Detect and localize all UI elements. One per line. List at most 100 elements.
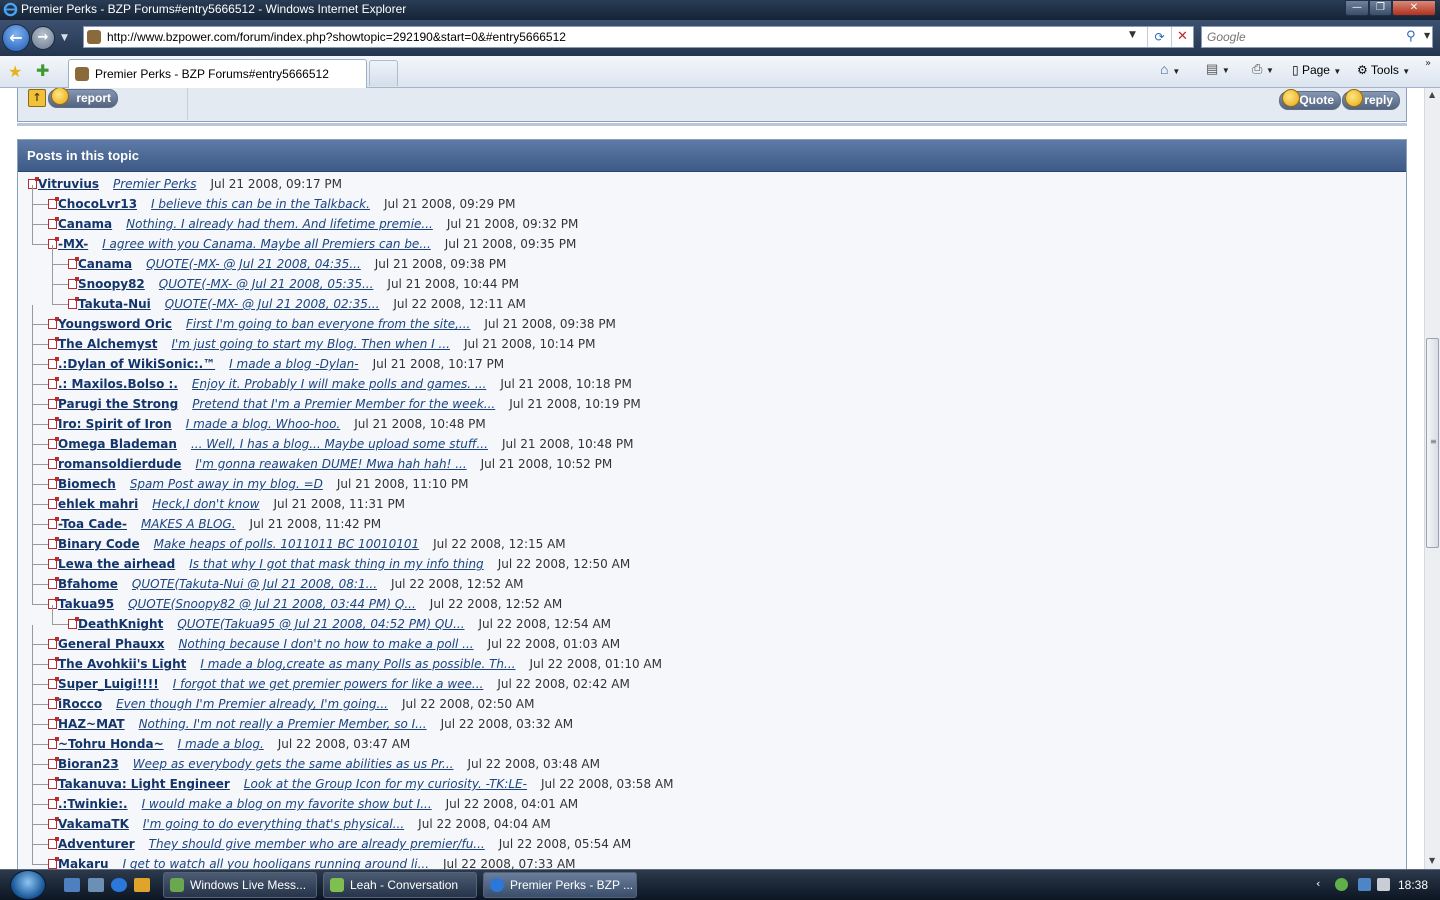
post-author-link[interactable]: Lewa the airhead (58, 557, 175, 571)
post-title-link[interactable]: I agree with you Canama. Maybe all Premi… (102, 237, 431, 251)
post-title-link[interactable]: QUOTE(Snoopy82 @ Jul 21 2008, 03:44 PM) … (128, 597, 416, 611)
post-title-link[interactable]: I made a blog. (178, 737, 264, 751)
post-title-link[interactable]: Enjoy it. Probably I will make polls and… (192, 377, 486, 391)
post-author-link[interactable]: -Toa Cade- (58, 517, 127, 531)
post-author-link[interactable]: Parugi the Strong (58, 397, 178, 411)
add-favorite-icon[interactable]: ✚ (36, 61, 49, 80)
post-title-link[interactable]: Nothing. I already had them. And lifetim… (126, 217, 433, 231)
post-title-link[interactable]: I made a blog. Whoo-hoo. (186, 417, 341, 431)
post-title-link[interactable]: I would make a blog on my favorite show … (142, 797, 432, 811)
minimize-button[interactable]: — (1345, 0, 1369, 16)
post-title-link[interactable]: Look at the Group Icon for my curiosity.… (244, 777, 527, 791)
post-author-link[interactable]: HAZ~MAT (58, 717, 125, 731)
post-author-link[interactable]: ehlek mahri (58, 497, 138, 511)
maximize-button[interactable]: ❐ (1369, 0, 1392, 16)
media-player-icon[interactable] (134, 878, 150, 892)
post-author-link[interactable]: ChocoLvr13 (58, 197, 137, 211)
post-author-link[interactable]: Takuta-Nui (78, 297, 151, 311)
tools-menu-button[interactable]: ⚙ Tools ▼ (1357, 63, 1410, 77)
post-author-link[interactable]: General Phauxx (58, 637, 164, 651)
post-author-link[interactable]: Adventurer (58, 837, 135, 851)
favorites-star-icon[interactable]: ★ (8, 62, 22, 81)
switch-windows-icon[interactable] (88, 878, 104, 892)
post-title-link[interactable]: I'm gonna reawaken DUME! Mwa hah hah! ..… (195, 457, 466, 471)
reply-button[interactable]: reply (1342, 89, 1400, 110)
post-author-link[interactable]: The Avohkii's Light (58, 657, 186, 671)
post-title-link[interactable]: Make heaps of polls. 1011011 BC 10010101 (154, 537, 420, 551)
post-author-link[interactable]: Bfahome (58, 577, 118, 591)
report-button[interactable]: report (48, 88, 118, 108)
volume-icon[interactable] (1377, 878, 1390, 891)
post-author-link[interactable]: Vitruvius (38, 177, 99, 191)
post-author-link[interactable]: Binary Code (58, 537, 140, 551)
post-title-link[interactable]: I'm just going to start my Blog. Then wh… (171, 337, 450, 351)
close-button[interactable]: ✕ (1392, 0, 1436, 16)
post-author-link[interactable]: iRocco (58, 697, 102, 711)
post-title-link[interactable]: MAKES A BLOG. (141, 517, 236, 531)
post-title-link[interactable]: Heck,I don't know (152, 497, 259, 511)
feeds-icon[interactable]: ▤ ▼ (1206, 61, 1230, 77)
post-title-link[interactable]: QUOTE(Takuta-Nui @ Jul 21 2008, 08:1... (132, 577, 377, 591)
stop-icon[interactable]: ✕ (1171, 27, 1193, 47)
post-title-link[interactable]: QUOTE(Takua95 @ Jul 21 2008, 04:52 PM) Q… (177, 617, 464, 631)
post-author-link[interactable]: ~Tohru Honda~ (58, 737, 164, 751)
post-author-link[interactable]: Makaru (58, 857, 109, 869)
new-tab-button[interactable] (369, 60, 398, 86)
post-author-link[interactable]: VakamaTK (58, 817, 129, 831)
start-button[interactable] (10, 870, 46, 900)
post-author-link[interactable]: Takanuva: Light Engineer (58, 777, 230, 791)
post-title-link[interactable]: I made a blog -Dylan- (229, 357, 358, 371)
search-icon[interactable]: ⚲ (1406, 29, 1416, 44)
scroll-down-icon[interactable]: ▼ (1429, 856, 1435, 865)
tray-expand-icon[interactable]: ‹ (1316, 877, 1320, 890)
post-title-link[interactable]: Weep as everybody gets the same abilitie… (133, 757, 454, 771)
refresh-icon[interactable]: ⟳ (1147, 27, 1171, 47)
post-author-link[interactable]: Super_Luigi!!!! (58, 677, 159, 691)
post-author-link[interactable]: Canama (58, 217, 112, 231)
post-author-link[interactable]: DeathKnight (78, 617, 163, 631)
post-author-link[interactable]: .: Maxilos.Bolso :. (58, 377, 178, 391)
taskbar-item-messenger[interactable]: Windows Live Mess... (163, 872, 317, 898)
post-title-link[interactable]: I forgot that we get premier powers for … (173, 677, 484, 691)
post-title-link[interactable]: ... Well, I has a blog... Maybe upload s… (191, 437, 488, 451)
post-title-link[interactable]: I'm going to do everything that's physic… (143, 817, 404, 831)
post-author-link[interactable]: romansoldierdude (58, 457, 181, 471)
more-commands-icon[interactable]: » (1425, 58, 1431, 69)
post-title-link[interactable]: I made a blog,create as many Polls as po… (200, 657, 515, 671)
search-box[interactable]: ⚲ ▼ (1201, 26, 1433, 48)
scroll-top-button[interactable]: ↑ (28, 89, 46, 107)
back-button[interactable]: ← (2, 24, 30, 52)
home-icon[interactable]: ⌂ ▼ (1160, 61, 1180, 77)
address-field[interactable]: http://www.bzpower.com/forum/index.php?s… (83, 26, 1194, 48)
post-author-link[interactable]: Takua95 (58, 597, 114, 611)
post-author-link[interactable]: .:Dylan of WikiSonic:.™ (58, 357, 215, 371)
post-title-link[interactable]: I get to watch all you hooligans running… (123, 857, 429, 869)
post-title-link[interactable]: Nothing because I don't no how to make a… (178, 637, 473, 651)
print-icon[interactable]: ⎙ ▼ (1252, 61, 1274, 77)
ie-quicklaunch-icon[interactable] (111, 878, 127, 892)
network-icon[interactable] (1358, 878, 1371, 891)
post-author-link[interactable]: Canama (78, 257, 132, 271)
quote-button[interactable]: Quote (1279, 89, 1341, 110)
post-title-link[interactable]: They should give member who are already … (149, 837, 485, 851)
tab-active[interactable]: Premier Perks - BZP Forums#entry5666512 (68, 59, 367, 88)
messenger-status-icon[interactable] (1335, 878, 1348, 891)
post-title-link[interactable]: Even though I'm Premier already, I'm goi… (116, 697, 388, 711)
forward-button[interactable]: → (31, 26, 55, 50)
post-author-link[interactable]: -MX- (58, 237, 88, 251)
post-title-link[interactable]: QUOTE(-MX- @ Jul 21 2008, 02:35... (165, 297, 380, 311)
history-dropdown-icon[interactable]: ▼ (61, 33, 68, 43)
taskbar-item-conversation[interactable]: Leah - Conversation (323, 872, 477, 898)
page-menu-button[interactable]: ▯ Page ▼ (1292, 63, 1341, 77)
post-author-link[interactable]: Biomech (58, 477, 116, 491)
clock[interactable]: 18:38 (1398, 878, 1428, 892)
search-options-icon[interactable]: ▼ (1424, 31, 1430, 40)
post-title-link[interactable]: Pretend that I'm a Premier Member for th… (192, 397, 495, 411)
post-author-link[interactable]: Snoopy82 (78, 277, 145, 291)
post-author-link[interactable]: Omega Blademan (58, 437, 177, 451)
address-dropdown-icon[interactable]: ▼ (1129, 30, 1136, 40)
post-title-link[interactable]: Premier Perks (113, 177, 196, 191)
post-title-link[interactable]: First I'm going to ban everyone from the… (186, 317, 470, 331)
vertical-scrollbar[interactable]: ▲ ≡ ▼ (1424, 88, 1440, 869)
taskbar-item-browser[interactable]: Premier Perks - BZP ... (483, 872, 637, 898)
